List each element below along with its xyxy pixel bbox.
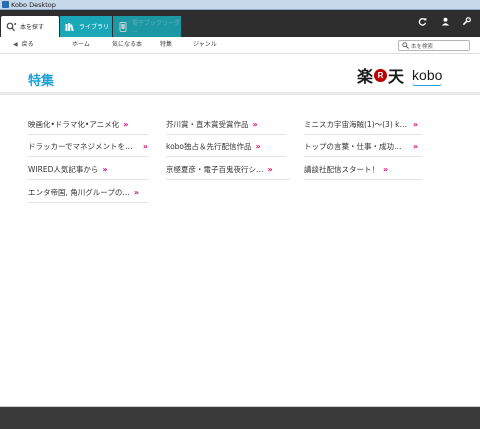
nav-link-genre[interactable]: ジャンル xyxy=(193,37,217,53)
chevron-right-icon: » xyxy=(383,165,389,174)
item-label: 京極夏彦・電子百鬼夜行シ… xyxy=(166,165,264,174)
search-placeholder: 本を検索 xyxy=(411,43,434,50)
rakuten-r-badge: R xyxy=(374,68,388,82)
chevron-right-icon: » xyxy=(142,142,148,151)
tab-label: ライブラリ xyxy=(79,24,110,31)
app-header: 本を探す ライブラリ 電子ブックリーダー xyxy=(0,10,480,37)
kobo-app-icon xyxy=(2,1,9,8)
list-item[interactable]: エンタ帝国, 角川グループの… » xyxy=(28,183,148,203)
window-title: Kobo Desktop xyxy=(11,1,56,9)
list-item[interactable]: 京極夏彦・電子百鬼夜行シ… » xyxy=(166,160,290,180)
footer-bar xyxy=(0,407,480,429)
chevron-right-icon: » xyxy=(252,120,258,129)
rakuten-kobo-logo: 楽 R 天 kobo xyxy=(357,64,443,86)
nav-link-wishlist[interactable]: 気になる本 xyxy=(112,37,142,53)
list-item[interactable]: ミニスカ宇宙海賊(1)〜(3) k… » xyxy=(304,115,422,135)
nav-link-home[interactable]: ホーム xyxy=(72,37,90,53)
nav-link-features[interactable]: 特集 xyxy=(160,37,172,53)
search-icon xyxy=(401,42,410,49)
item-label: エンタ帝国, 角川グループの… xyxy=(28,188,130,197)
list-item[interactable]: kobo独占＆先行配信作品 » xyxy=(166,137,286,157)
ereader-icon xyxy=(118,21,129,32)
chevron-right-icon: » xyxy=(133,188,139,197)
list-item[interactable]: 映画化•ドラマ化•アニメ化 » xyxy=(28,115,148,135)
chevron-right-icon: » xyxy=(255,142,261,151)
item-label: ドラッカーでマネジメントを学ぶ xyxy=(28,142,139,151)
tab-ereader[interactable]: 電子ブックリーダー xyxy=(113,16,181,37)
account-icon[interactable] xyxy=(440,16,450,26)
kobo-swoosh xyxy=(412,83,443,86)
chevron-right-icon: » xyxy=(412,120,418,129)
item-label: トップの言葉・仕事・成功に… xyxy=(304,142,408,151)
item-label: WIRED人気記事から xyxy=(28,165,99,174)
chevron-right-icon: » xyxy=(123,120,129,129)
item-label: 芥川賞・直木賞受賞作品 xyxy=(166,120,249,129)
back-label: 戻る xyxy=(21,41,34,48)
tab-search-books[interactable]: 本を探す xyxy=(1,16,59,37)
list-item[interactable]: ドラッカーでマネジメントを学ぶ » xyxy=(28,137,148,157)
search-input[interactable]: 本を検索 xyxy=(398,40,470,51)
item-label: 講談社配信スタート！ xyxy=(304,165,379,174)
item-label: 映画化•ドラマ化•アニメ化 xyxy=(28,120,120,129)
settings-wrench-icon[interactable] xyxy=(461,16,471,26)
list-item[interactable]: 芥川賞・直木賞受賞作品 » xyxy=(166,115,286,135)
tab-label: 電子ブックリーダー xyxy=(132,19,181,36)
library-icon xyxy=(65,21,76,32)
nav-bar: ◀ 戻る ホーム 気になる本 特集 ジャンル 本を検索 xyxy=(0,37,480,54)
back-button[interactable]: ◀ 戻る xyxy=(13,37,34,53)
chevron-right-icon: » xyxy=(102,165,108,174)
heading-divider xyxy=(0,92,480,95)
chevron-right-icon: » xyxy=(267,165,273,174)
kobo-wordmark: kobo xyxy=(412,67,443,86)
logo-text: 楽 xyxy=(357,67,374,86)
item-label: ミニスカ宇宙海賊(1)〜(3) k… xyxy=(304,120,407,129)
sync-icon[interactable] xyxy=(417,16,427,26)
page-title: 特集 xyxy=(28,74,55,89)
search-books-icon xyxy=(6,21,17,32)
window-titlebar: Kobo Desktop xyxy=(0,0,480,10)
list-item[interactable]: 講談社配信スタート！ » xyxy=(304,160,422,180)
item-label: kobo独占＆先行配信作品 xyxy=(166,142,252,151)
tab-label: 本を探す xyxy=(20,24,45,31)
list-item[interactable]: WIRED人気記事から » xyxy=(28,160,148,180)
list-item[interactable]: トップの言葉・仕事・成功に… » xyxy=(304,137,422,157)
tab-library[interactable]: ライブラリ xyxy=(60,16,112,37)
logo-text: kobo xyxy=(412,67,443,83)
logo-text: 天 xyxy=(388,67,405,86)
chevron-right-icon: » xyxy=(412,142,418,151)
back-arrow-icon: ◀ xyxy=(13,41,18,48)
